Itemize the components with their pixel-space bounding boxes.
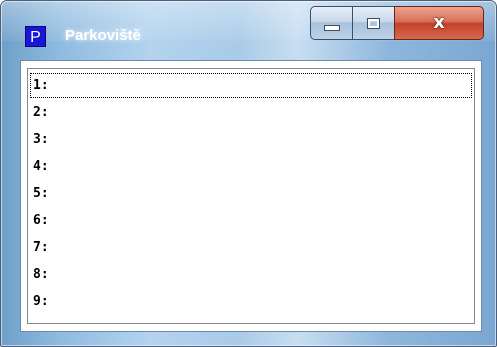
list-item[interactable]: 2: [30, 100, 472, 125]
list-item[interactable]: 8: [30, 262, 472, 287]
close-icon: x [433, 12, 445, 33]
minimize-button[interactable] [310, 6, 353, 40]
list-item[interactable]: 7: [30, 235, 472, 260]
list-item[interactable]: 3: [30, 127, 472, 152]
list-item[interactable]: 6: [30, 208, 472, 233]
app-icon[interactable]: P [25, 26, 46, 47]
title-bar[interactable]: P Parkoviště x [1, 1, 496, 57]
maximize-icon [367, 17, 380, 29]
window-title: Parkoviště [65, 27, 141, 44]
minimize-icon [323, 25, 340, 31]
list-item[interactable]: 4: [30, 154, 472, 179]
close-button[interactable]: x [394, 6, 484, 40]
list-item[interactable]: 5: [30, 181, 472, 206]
list-item[interactable]: 9: [30, 289, 472, 314]
caption-buttons: x [310, 6, 484, 40]
list-item[interactable]: 1: [30, 73, 472, 98]
maximize-button[interactable] [352, 6, 395, 40]
client-area: 1: 2: 3: 4: 5: 6: 7: 8: 9: [20, 60, 482, 332]
app-window: P Parkoviště x 1: 2: 3: 4: 5: 6: 7: 8: 9… [0, 0, 497, 347]
parking-listbox[interactable]: 1: 2: 3: 4: 5: 6: 7: 8: 9: [27, 68, 475, 324]
